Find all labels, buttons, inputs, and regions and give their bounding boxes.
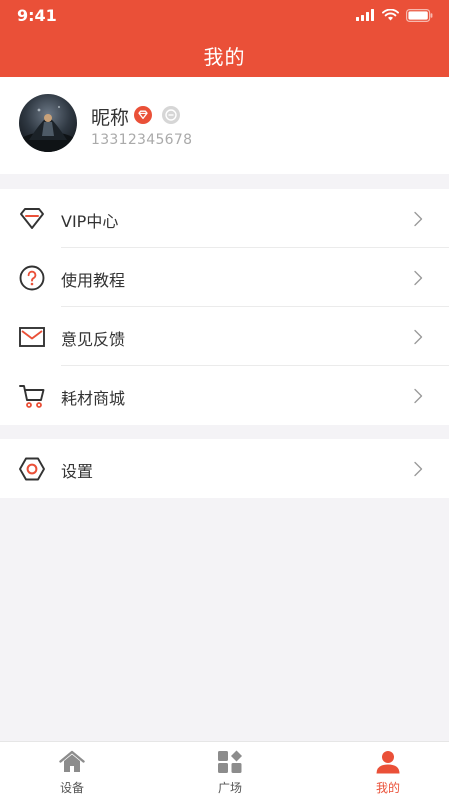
profile-card[interactable]: 昵称 13312345678	[0, 77, 449, 174]
vip-badge-icon	[134, 106, 152, 124]
tab-label-devices: 设备	[59, 781, 84, 795]
menu-item-supplies-mall[interactable]: 耗材商城	[0, 366, 449, 425]
nickname: 昵称	[91, 107, 130, 129]
mail-icon	[19, 327, 45, 347]
chevron-right-icon	[414, 461, 423, 477]
menu-item-settings[interactable]: 设置	[0, 439, 449, 498]
grid-icon	[218, 750, 242, 773]
menu-item-tutorial[interactable]: 使用教程	[0, 248, 449, 307]
member-badge-icon	[162, 106, 180, 124]
menu-label-settings: 设置	[61, 462, 94, 481]
tab-label-plaza: 广场	[217, 781, 242, 795]
avatar[interactable]	[19, 94, 77, 152]
menu-label-vip-center: VIP中心	[61, 212, 119, 231]
tab-label-mine: 我的	[375, 781, 400, 795]
page-title: 我的	[203, 45, 246, 69]
battery-icon	[406, 8, 433, 22]
diamond-icon	[20, 208, 44, 229]
menu-item-feedback[interactable]: 意见反馈	[0, 307, 449, 366]
chevron-right-icon	[414, 270, 423, 286]
cart-icon	[19, 385, 45, 408]
tab-bar: 设备 广场 我的	[0, 741, 449, 801]
status-time: 9:41	[17, 6, 57, 25]
menu-item-vip-center[interactable]: VIP中心	[0, 189, 449, 248]
home-icon	[59, 750, 85, 772]
signal-icon	[356, 9, 374, 21]
menu-label-tutorial: 使用教程	[61, 271, 126, 290]
status-icons	[356, 8, 433, 22]
menu-label-feedback: 意见反馈	[61, 330, 126, 349]
menu-label-supplies-mall: 耗材商城	[61, 389, 126, 408]
chevron-right-icon	[414, 211, 423, 227]
tab-plaza[interactable]: 广场	[170, 742, 290, 801]
question-icon	[19, 265, 45, 291]
tab-mine[interactable]: 我的	[328, 742, 448, 801]
app-header: 9:41 我的	[0, 0, 449, 77]
status-bar: 9:41	[0, 0, 449, 30]
tab-devices[interactable]: 设备	[12, 742, 132, 801]
wifi-icon	[382, 9, 399, 21]
settings-hexagon-icon	[19, 457, 45, 481]
menu-group-main: VIP中心 使用教程 意见反馈 耗材商城	[0, 189, 449, 425]
phone-number: 13312345678	[91, 132, 193, 148]
menu-group-settings: 设置	[0, 439, 449, 498]
chevron-right-icon	[414, 329, 423, 345]
person-icon	[376, 751, 400, 774]
chevron-right-icon	[414, 388, 423, 404]
